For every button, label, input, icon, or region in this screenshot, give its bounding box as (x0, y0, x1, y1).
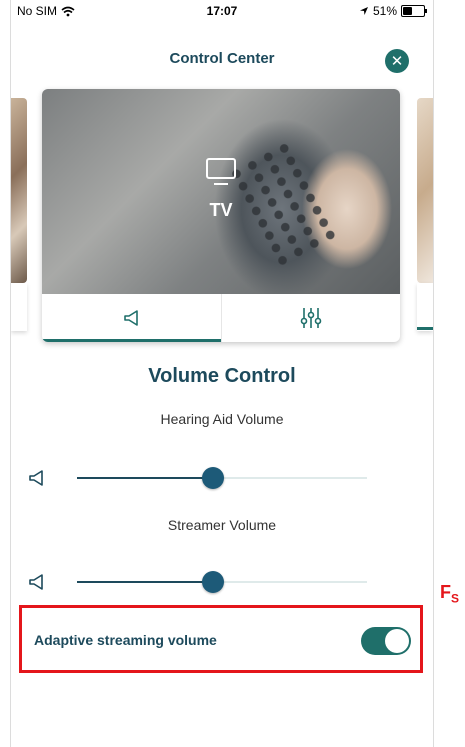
slider-track (77, 571, 367, 593)
hearing-aid-volume-slider[interactable] (27, 466, 367, 490)
tv-icon (206, 158, 236, 185)
fs-annotation-subscript: S (451, 591, 460, 606)
status-bar: No SIM 17:07 51% (11, 0, 433, 22)
previous-program-card[interactable] (11, 98, 27, 283)
slider-thumb[interactable] (202, 571, 225, 593)
program-card-tabs (42, 294, 400, 342)
equalizer-icon (300, 308, 322, 328)
speaker-icon (29, 574, 43, 590)
close-icon: ✕ (390, 52, 404, 70)
location-arrow-icon (359, 7, 368, 15)
battery-level (403, 7, 413, 15)
streamer-volume-slider[interactable] (27, 570, 367, 594)
hearing-aid-volume-label: Hearing Aid Volume (160, 411, 284, 427)
tab-volume[interactable] (42, 294, 221, 342)
speaker-icon (124, 310, 139, 326)
streamer-volume-label: Streamer Volume (167, 517, 277, 533)
battery-percent: 51% (372, 4, 397, 18)
next-program-card[interactable] (417, 98, 433, 283)
slider-track (77, 467, 367, 489)
tab-equalizer[interactable] (220, 294, 401, 342)
fs-annotation-text: F (440, 582, 451, 602)
fs-annotation: FS (440, 582, 459, 606)
toggle-knob (385, 629, 409, 653)
phone-screen: No SIM 17:07 51% Control Center ✕ TV Vol… (10, 0, 434, 747)
close-button[interactable]: ✕ (385, 49, 409, 73)
program-card-tv[interactable]: TV (42, 89, 400, 342)
adaptive-streaming-label: Adaptive streaming volume (34, 632, 217, 648)
program-label: TV (209, 200, 233, 220)
volume-control-title: Volume Control (148, 365, 296, 387)
adaptive-streaming-toggle[interactable] (361, 627, 411, 655)
adaptive-streaming-row: Adaptive streaming volume (19, 605, 423, 673)
next-program-card-indicator (417, 327, 433, 330)
battery-icon (401, 5, 427, 17)
page-title: Control Center (169, 50, 275, 67)
speaker-icon (29, 470, 43, 486)
previous-program-card-tabs (11, 283, 27, 331)
next-program-card-tabs (417, 283, 433, 331)
status-right: 51% (359, 4, 427, 18)
slider-fill (77, 477, 214, 479)
slider-fill (77, 581, 214, 583)
slider-thumb[interactable] (202, 467, 225, 489)
program-card-image: TV (42, 89, 400, 294)
